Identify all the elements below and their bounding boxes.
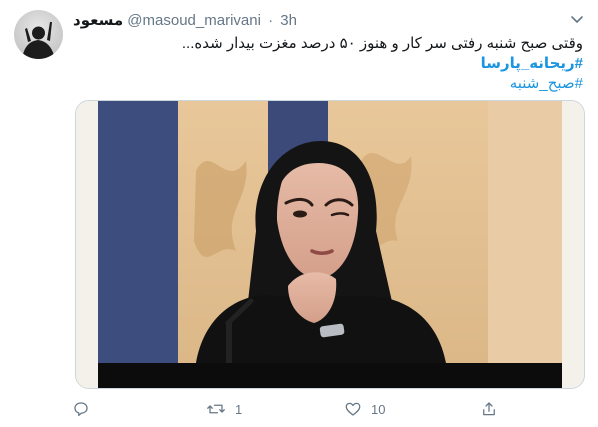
hashtag-link[interactable]: #صبح_شنبه: [73, 74, 583, 94]
separator-dot: ·: [268, 12, 274, 29]
caret-down-icon[interactable]: [566, 8, 588, 30]
tweet-card[interactable]: مسعود @masoud_marivani · 3h وقتی صبح شنب…: [0, 0, 598, 427]
tweet-actions: 1 10: [72, 397, 512, 421]
tweet-header: مسعود @masoud_marivani · 3h: [73, 11, 543, 31]
timestamp[interactable]: 3h: [280, 12, 297, 29]
reply-icon: [72, 400, 90, 418]
display-name[interactable]: مسعود: [73, 12, 123, 29]
like-icon: [344, 400, 362, 418]
hashtag-link[interactable]: #ریحانه_پارسا: [73, 54, 583, 74]
avatar[interactable]: [14, 10, 63, 59]
user-handle[interactable]: @masoud_marivani: [127, 12, 261, 29]
retweet-count: 1: [235, 401, 243, 417]
tweet-text-line: وقتی صبح شنبه رفتی سر کار و هنوز ۵۰ درصد…: [181, 35, 583, 52]
retweet-button[interactable]: 1: [206, 397, 242, 421]
retweet-icon: [206, 400, 226, 418]
share-button[interactable]: [480, 397, 507, 421]
like-button[interactable]: 10: [344, 397, 385, 421]
tweet-text: وقتی صبح شنبه رفتی سر کار و هنوز ۵۰ درصد…: [73, 34, 583, 94]
video-thumbnail[interactable]: [75, 100, 585, 389]
share-icon: [480, 400, 498, 418]
like-count: 10: [371, 401, 386, 417]
reply-button[interactable]: [72, 397, 99, 421]
